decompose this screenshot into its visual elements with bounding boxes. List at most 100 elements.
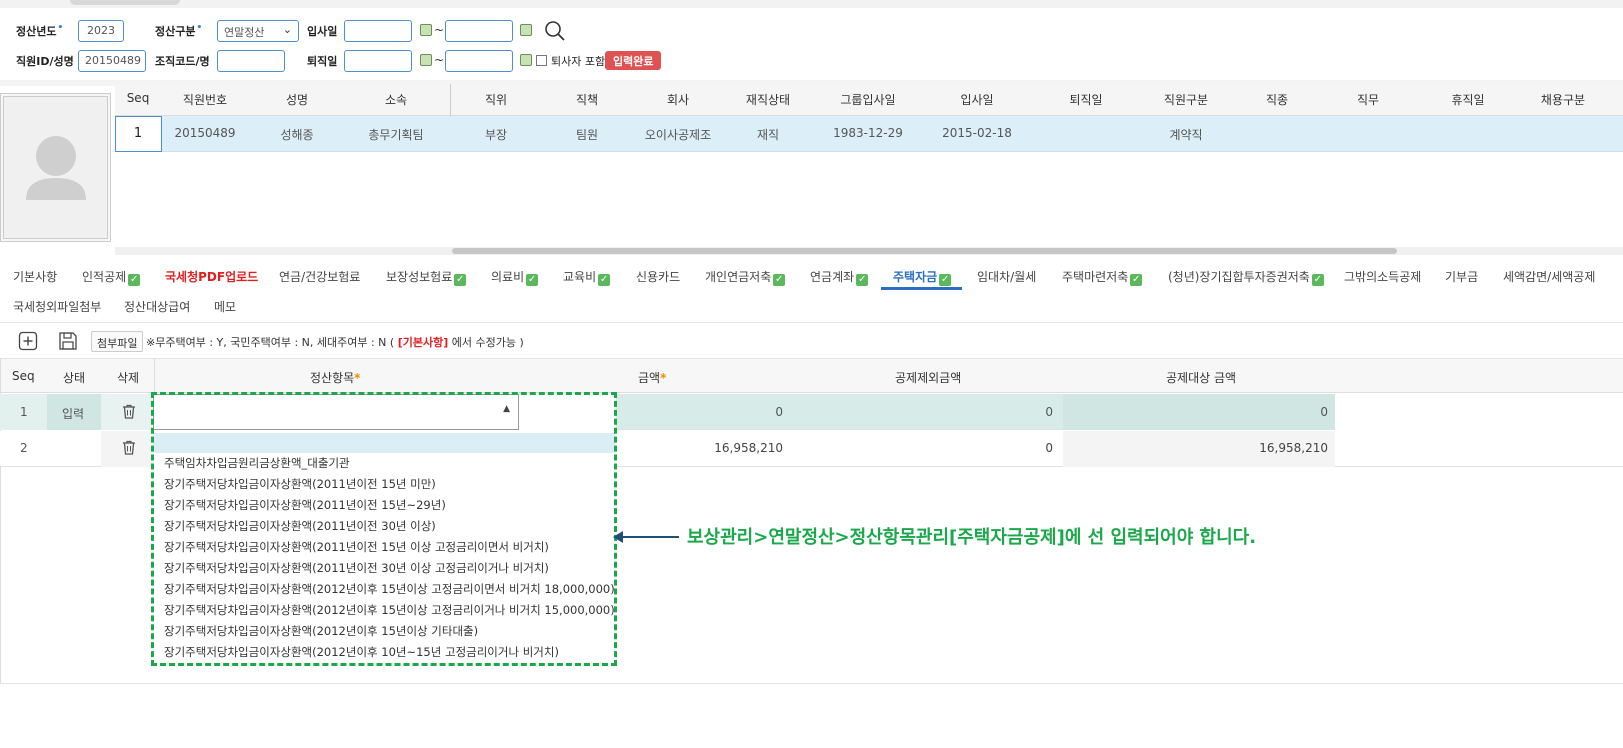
add-icon[interactable] [18, 331, 38, 351]
annotation-arrow-icon [613, 530, 679, 544]
type-select[interactable]: 연말정산 ⌄ [217, 20, 299, 42]
emp-header-hire-type: 채용구분 [1540, 93, 1586, 107]
check-icon: ✓ [939, 274, 952, 286]
check-icon: ✓ [454, 274, 467, 286]
check-icon: ✓ [856, 274, 869, 286]
tab-medical[interactable]: 의료비 ✓ [491, 268, 539, 286]
hire-date-to[interactable] [445, 20, 513, 42]
check-icon: ✓ [773, 274, 786, 286]
tab-youth-investment-label: (청년)장기집합투자증권저축 [1168, 270, 1310, 284]
org-input[interactable] [217, 50, 285, 72]
tab-basic[interactable]: 기본사항 [13, 268, 57, 285]
emp-header-role: 직책 [575, 93, 599, 107]
emp-header-retire: 퇴직일 [1069, 93, 1103, 107]
tab-personal[interactable]: 인적공제 ✓ [82, 268, 141, 286]
tab-youth-investment[interactable]: (청년)장기집합투자증권저축 ✓ [1168, 268, 1324, 286]
emp-header-join: 입사일 [960, 93, 994, 107]
emp-header-emp-type: 직원구분 [1163, 93, 1209, 107]
retire-date-label: 퇴직일 [307, 55, 338, 68]
emp-grid-scrollbar-thumb[interactable] [452, 248, 1397, 254]
row2-seq: 2 [20, 441, 28, 455]
detail-grid-bottom [0, 683, 1623, 684]
tab-target-salary[interactable]: 정산대상급여 [124, 298, 190, 315]
calendar-icon[interactable] [420, 24, 432, 36]
emp-row-group-join: 1983-12-29 [833, 126, 903, 140]
notice-suffix: 에서 수정가능 ) [451, 336, 524, 349]
tab-memo[interactable]: 메모 [214, 298, 236, 315]
notice-basic-link[interactable]: [기본사항] [398, 336, 449, 349]
attach-file-button[interactable]: 첨부파일 [91, 331, 144, 352]
calendar-icon[interactable] [520, 24, 532, 36]
emp-header-leave: 휴직일 [1451, 93, 1485, 107]
detail-header-amount: 금액* [638, 369, 666, 386]
calendar-icon[interactable] [520, 54, 532, 66]
active-tab-underline [881, 287, 962, 290]
emp-header-name: 성명 [285, 93, 309, 107]
tab-nts-pdf-label: 국세청PDF업로드 [165, 270, 259, 284]
retire-date-from[interactable] [344, 50, 412, 72]
annotation-dashed-frame [151, 392, 617, 666]
org-label: 조직코드/명 [155, 55, 210, 68]
tab-lease-rent-label: 임대차/월세 [977, 270, 1037, 284]
row2-amount[interactable]: 16,958,210 [714, 441, 783, 455]
emp-row-emp-type: 계약직 [1169, 128, 1203, 142]
tab-nts-pdf[interactable]: 국세청PDF업로드 [165, 268, 258, 285]
employee-input[interactable]: 20150489 [78, 50, 146, 72]
hire-date-label: 입사일 [307, 25, 338, 38]
top-tab-shadow [70, 0, 180, 5]
tab-personal-pension-label: 개인연금저축 [705, 270, 772, 284]
toolbar-divider [0, 322, 1623, 323]
retire-date-tilde: ~ [434, 53, 445, 67]
include-retired-checkbox[interactable] [536, 55, 547, 66]
avatar-placeholder-icon [3, 96, 108, 239]
tab-credit-card-label: 신용카드 [636, 270, 681, 284]
emp-header-status: 재직상태 [745, 93, 791, 107]
emp-row-status: 재직 [756, 128, 780, 142]
search-icon[interactable] [544, 20, 566, 42]
row1-status: 입력 [62, 407, 85, 421]
trash-icon[interactable] [122, 404, 136, 419]
row1-target-bg [1063, 394, 1335, 430]
required-mark: * [660, 371, 667, 385]
tab-housing-savings[interactable]: 주택마련저축 ✓ [1062, 268, 1143, 286]
notice-prefix: ※무주택여부 : Y, 국민주택여부 : N, 세대주여부 : N ( [146, 336, 395, 349]
emp-row-join: 2015-02-18 [942, 126, 1012, 140]
employee-label: 직원ID/성명 [16, 55, 74, 68]
detail-header-amount-label: 금액 [638, 371, 661, 385]
emp-row-dept: 총무기획팀 [368, 128, 424, 142]
check-icon: ✓ [598, 274, 611, 286]
tab-external-attachments[interactable]: 국세청외파일첨부 [13, 298, 101, 315]
trash-icon[interactable] [122, 440, 136, 455]
emp-header-seq: Seq [126, 91, 150, 105]
retire-date-to[interactable] [445, 50, 513, 72]
tab-other-deductions[interactable]: 그밖의소득공제 [1344, 268, 1421, 285]
row2-excluded[interactable]: 0 [1045, 441, 1053, 455]
detail-header-item-label: 정산항목 [310, 371, 355, 385]
tab-pension-account-label: 연금계좌 [810, 270, 855, 284]
tab-lease-rent[interactable]: 임대차/월세 [977, 268, 1036, 285]
row1-excluded[interactable]: 0 [1045, 405, 1053, 419]
calendar-icon[interactable] [420, 54, 432, 66]
tab-pension-account[interactable]: 연금계좌 ✓ [810, 268, 869, 286]
emp-row-seq: 1 [133, 126, 143, 141]
tab-education[interactable]: 교육비 ✓ [563, 268, 611, 286]
tab-housing-fund[interactable]: 주택자금 ✓ [893, 268, 952, 286]
year-input[interactable]: 2023 [78, 20, 124, 42]
save-icon[interactable] [58, 331, 78, 351]
hire-date-from[interactable] [344, 20, 412, 42]
top-shadow [0, 0, 1623, 8]
emp-header-dept: 소속 [384, 93, 408, 107]
emp-header-duty: 직무 [1356, 93, 1380, 107]
tab-tax-credit[interactable]: 세액감면/세액공제 [1503, 268, 1595, 285]
tab-pension-health[interactable]: 연금/건강보험료 [279, 268, 360, 285]
tab-pension-health-label: 연금/건강보험료 [279, 270, 361, 284]
tab-donation-label: 기부금 [1445, 270, 1479, 284]
include-retired-label: 퇴사자 포함 [551, 55, 606, 68]
row1-amount[interactable]: 0 [775, 405, 783, 419]
tab-credit-card[interactable]: 신용카드 [636, 268, 680, 285]
tab-insurance[interactable]: 보장성보험료 ✓ [386, 268, 467, 286]
tab-donation[interactable]: 기부금 [1445, 268, 1478, 285]
tab-personal-pension[interactable]: 개인연금저축 ✓ [705, 268, 786, 286]
tab-insurance-label: 보장성보험료 [386, 270, 453, 284]
emp-header-job-type: 직종 [1265, 93, 1289, 107]
